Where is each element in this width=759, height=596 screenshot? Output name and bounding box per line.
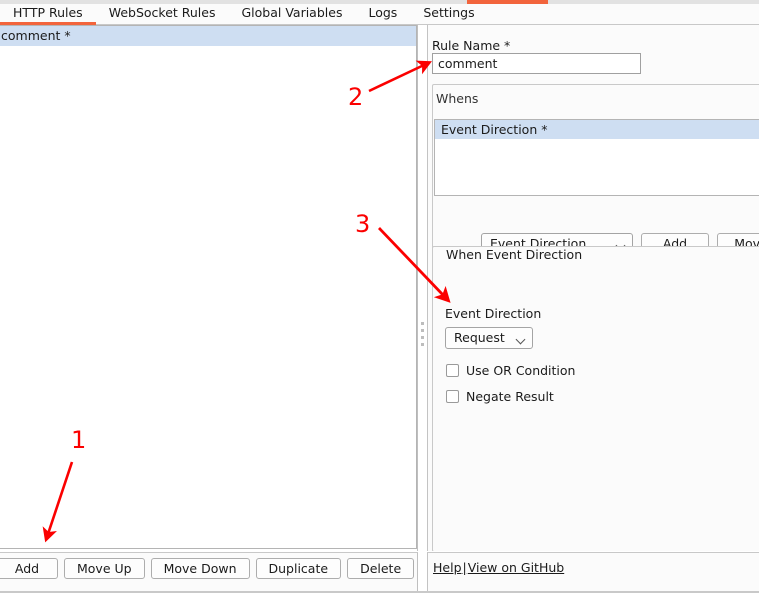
tab-http-rules-label: HTTP Rules	[13, 5, 83, 20]
move-up-rule-button[interactable]: Move Up	[64, 558, 145, 579]
use-or-condition-label: Use OR Condition	[466, 363, 576, 378]
rules-list-toolbar: Add Move Up Move Down Duplicate Delete	[0, 552, 418, 593]
splitter-grip-icon	[421, 322, 424, 348]
whens-list-item[interactable]: Event Direction *	[435, 120, 759, 139]
rules-list[interactable]: comment *	[0, 25, 417, 549]
tab-websocket-rules[interactable]: WebSocket Rules	[96, 4, 229, 24]
view-on-github-link[interactable]: View on GitHub	[468, 560, 565, 575]
tab-settings[interactable]: Settings	[410, 4, 487, 24]
negate-result-label: Negate Result	[466, 389, 554, 404]
tab-global-variables-label: Global Variables	[241, 5, 343, 20]
tab-logs[interactable]: Logs	[355, 4, 410, 24]
help-link[interactable]: Help	[433, 560, 462, 575]
tab-global-variables[interactable]: Global Variables	[228, 4, 355, 24]
tab-websocket-rules-label: WebSocket Rules	[108, 5, 216, 20]
event-direction-select[interactable]: Request	[445, 327, 533, 349]
use-or-condition-checkbox-row[interactable]: Use OR Condition	[446, 363, 575, 378]
whens-list-item-label: Event Direction *	[441, 122, 548, 137]
whens-list[interactable]: Event Direction *	[434, 119, 759, 196]
rule-editor-footer: Help|View on GitHub	[427, 552, 759, 593]
panel-splitter[interactable]	[418, 25, 427, 551]
tab-http-rules[interactable]: HTTP Rules	[0, 4, 96, 25]
use-or-condition-checkbox[interactable]	[446, 364, 459, 377]
rules-list-item[interactable]: comment *	[0, 26, 416, 46]
delete-rule-button[interactable]: Delete	[347, 558, 415, 579]
move-down-rule-button[interactable]: Move Down	[150, 558, 250, 579]
when-detail-legend: When Event Direction	[442, 247, 587, 262]
negate-result-checkbox-row[interactable]: Negate Result	[446, 389, 554, 404]
whens-group-title: Whens	[436, 91, 479, 106]
rules-list-panel: comment *	[0, 25, 418, 551]
duplicate-rule-button[interactable]: Duplicate	[255, 558, 342, 579]
tab-settings-label: Settings	[423, 5, 475, 20]
rule-editor-panel: Rule Name * Whens Event Direction * Even…	[427, 25, 759, 551]
rules-list-item-label: comment *	[1, 28, 71, 43]
tab-logs-label: Logs	[368, 5, 398, 20]
event-direction-select-value: Request	[454, 330, 505, 345]
add-rule-button[interactable]: Add	[0, 558, 58, 579]
main-tab-bar: HTTP Rules WebSocket Rules Global Variab…	[0, 4, 759, 25]
chevron-down-icon	[517, 336, 525, 341]
rule-name-input[interactable]	[432, 53, 641, 74]
footer-links: Help|View on GitHub	[433, 560, 564, 575]
event-direction-label: Event Direction	[445, 306, 542, 321]
rule-name-label: Rule Name *	[432, 38, 511, 53]
negate-result-checkbox[interactable]	[446, 390, 459, 403]
